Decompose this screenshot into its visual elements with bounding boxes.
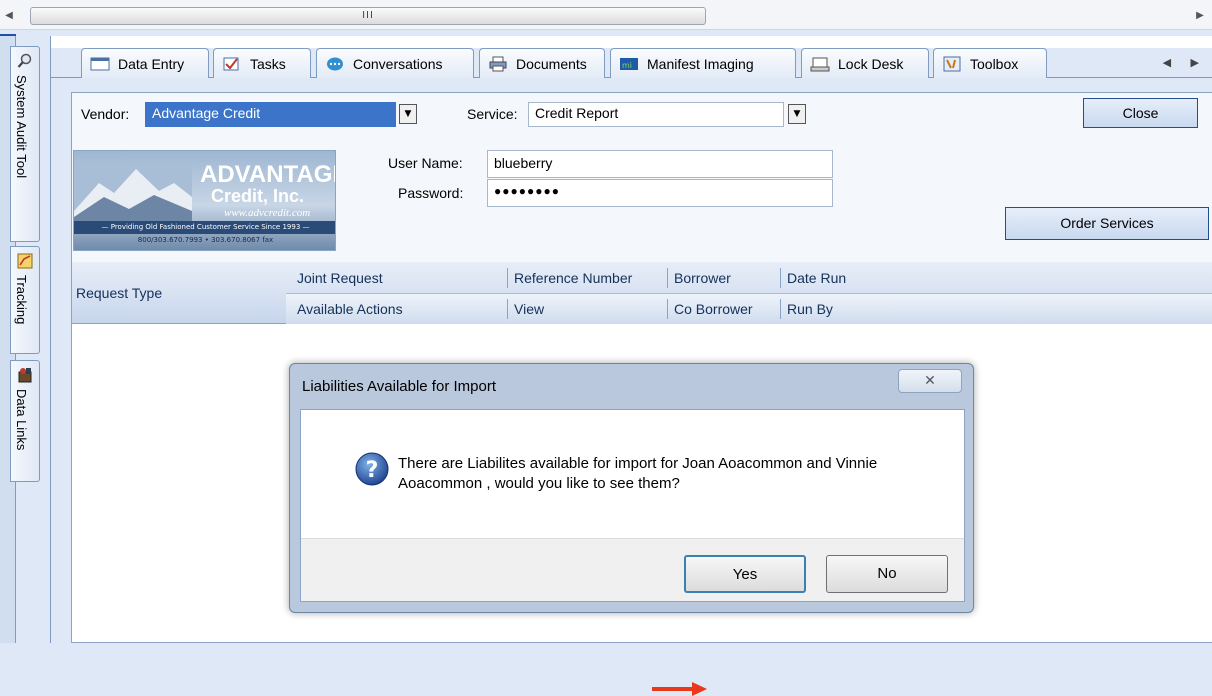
tab-label: Manifest Imaging [647,55,754,72]
tab-lock-desk[interactable]: Lock Desk [801,48,929,78]
side-tab-label: System Audit Tool [14,75,29,179]
tab-toolbox[interactable]: Toolbox [933,48,1047,78]
column-header-run-by[interactable]: Run By [787,301,833,317]
magnifier-icon [17,53,32,68]
service-value: Credit Report [535,105,619,121]
tab-data-entry[interactable]: Data Entry [81,48,209,78]
tab-bar: Data Entry Tasks Conversations Documents… [51,48,1212,78]
password-field[interactable]: ●●●●●●●● [487,179,833,207]
grid-header-row-2: Available Actions View Co Borrower Run B… [286,293,1212,324]
logo-line-2: Credit, Inc. [211,186,305,206]
password-label: Password: [398,185,464,201]
question-icon: ? [355,452,389,486]
dialog-title: Liabilities Available for Import [302,378,496,395]
imaging-icon: mi [620,57,638,70]
red-pointer-arrow-icon [652,682,707,696]
tab-conversations[interactable]: Conversations [316,48,474,78]
checkbox-icon [223,57,239,70]
data-links-icon [18,368,32,383]
tab-label: Tasks [250,55,286,72]
chat-bubble-icon [327,57,343,70]
svg-text:?: ? [366,458,379,483]
order-services-button[interactable]: Order Services [1005,207,1209,240]
no-button[interactable]: No [826,555,948,593]
tab-label: Documents [516,55,587,72]
column-header-request-type[interactable]: Request Type [76,285,162,301]
logo-line-1: ADVANTAGE [200,161,336,188]
header-divider [667,299,668,319]
close-button[interactable]: Close [1083,98,1198,128]
side-tab-data-links[interactable]: Data Links [10,360,40,482]
vendor-select[interactable]: Advantage Credit [145,102,396,127]
scrollbar-thumb[interactable]: III [30,7,706,25]
service-label: Service: [467,106,518,122]
dialog-close-button[interactable]: ✕ [898,369,962,393]
dialog-message: There are Liabilites available for impor… [398,455,878,492]
dialog-body: ? There are Liabilites available for imp… [300,409,965,696]
horizontal-scrollbar[interactable]: ◀ III ▶ [0,0,1212,30]
column-header-borrower[interactable]: Borrower [674,270,731,286]
header-divider [780,299,781,319]
logo-line-3: www.advcredit.com [224,207,311,219]
logo-tagline: — Providing Old Fashioned Customer Servi… [74,221,335,234]
column-header-view[interactable]: View [514,301,544,317]
scrollbar-grip-icon: III [362,10,374,21]
yes-button[interactable]: Yes [684,555,806,593]
toolbox-icon [943,56,961,71]
side-tab-system-audit-tool[interactable]: System Audit Tool [10,46,40,242]
grid-header: Request Type Joint Request Reference Num… [72,262,1212,324]
side-tab-label: Tracking [14,275,29,325]
column-header-reference-number[interactable]: Reference Number [514,270,632,286]
tab-manifest-imaging[interactable]: mi Manifest Imaging [610,48,796,78]
header-divider [780,268,781,288]
username-label: User Name: [388,155,463,171]
tracking-icon [17,253,33,269]
mountain-image-icon [74,161,192,225]
username-field[interactable]: blueberry [487,150,833,178]
tab-label: Toolbox [970,55,1019,72]
tab-scroll-arrows-icon[interactable]: ◀ ▶ [1163,56,1207,69]
form-icon [90,57,110,70]
logo-phone: 800/303.670.7993 • 303.670.8067 fax [137,236,274,244]
scroll-right-arrow-icon[interactable]: ▶ [1194,9,1206,23]
tab-tasks[interactable]: Tasks [213,48,311,78]
side-tab-label: Data Links [14,389,29,451]
vendor-label: Vendor: [81,106,130,122]
column-header-date-run[interactable]: Date Run [787,270,846,286]
tab-label: Data Entry [118,55,185,72]
password-value: ●●●●●●●● [494,184,560,198]
side-tab-tracking[interactable]: Tracking [10,246,40,354]
tab-label: Lock Desk [838,55,904,72]
liabilities-dialog: Liabilities Available for Import ✕ ? The… [289,363,974,696]
dialog-button-bar: Yes No [301,538,964,696]
lock-desk-icon [810,57,830,71]
vendor-dropdown-icon[interactable]: ▼ [399,104,417,124]
header-divider [507,299,508,319]
header-divider [667,268,668,288]
tab-documents[interactable]: Documents [479,48,605,78]
header-divider [507,268,508,288]
close-icon: ✕ [924,373,936,389]
service-dropdown-icon[interactable]: ▼ [788,104,806,124]
printer-icon [489,56,507,71]
column-header-available-actions[interactable]: Available Actions [297,301,403,317]
username-value: blueberry [494,155,553,171]
tab-label: Conversations [353,55,443,72]
vendor-value: Advantage Credit [152,105,261,121]
service-select[interactable]: Credit Report [528,102,784,127]
scroll-left-arrow-icon[interactable]: ◀ [3,9,15,23]
svg-text:mi: mi [622,61,632,70]
column-header-co-borrower[interactable]: Co Borrower [674,301,753,317]
vendor-logo: ADVANTAGE Credit, Inc. www.advcredit.com… [73,150,336,251]
column-header-joint-request[interactable]: Joint Request [297,270,383,286]
